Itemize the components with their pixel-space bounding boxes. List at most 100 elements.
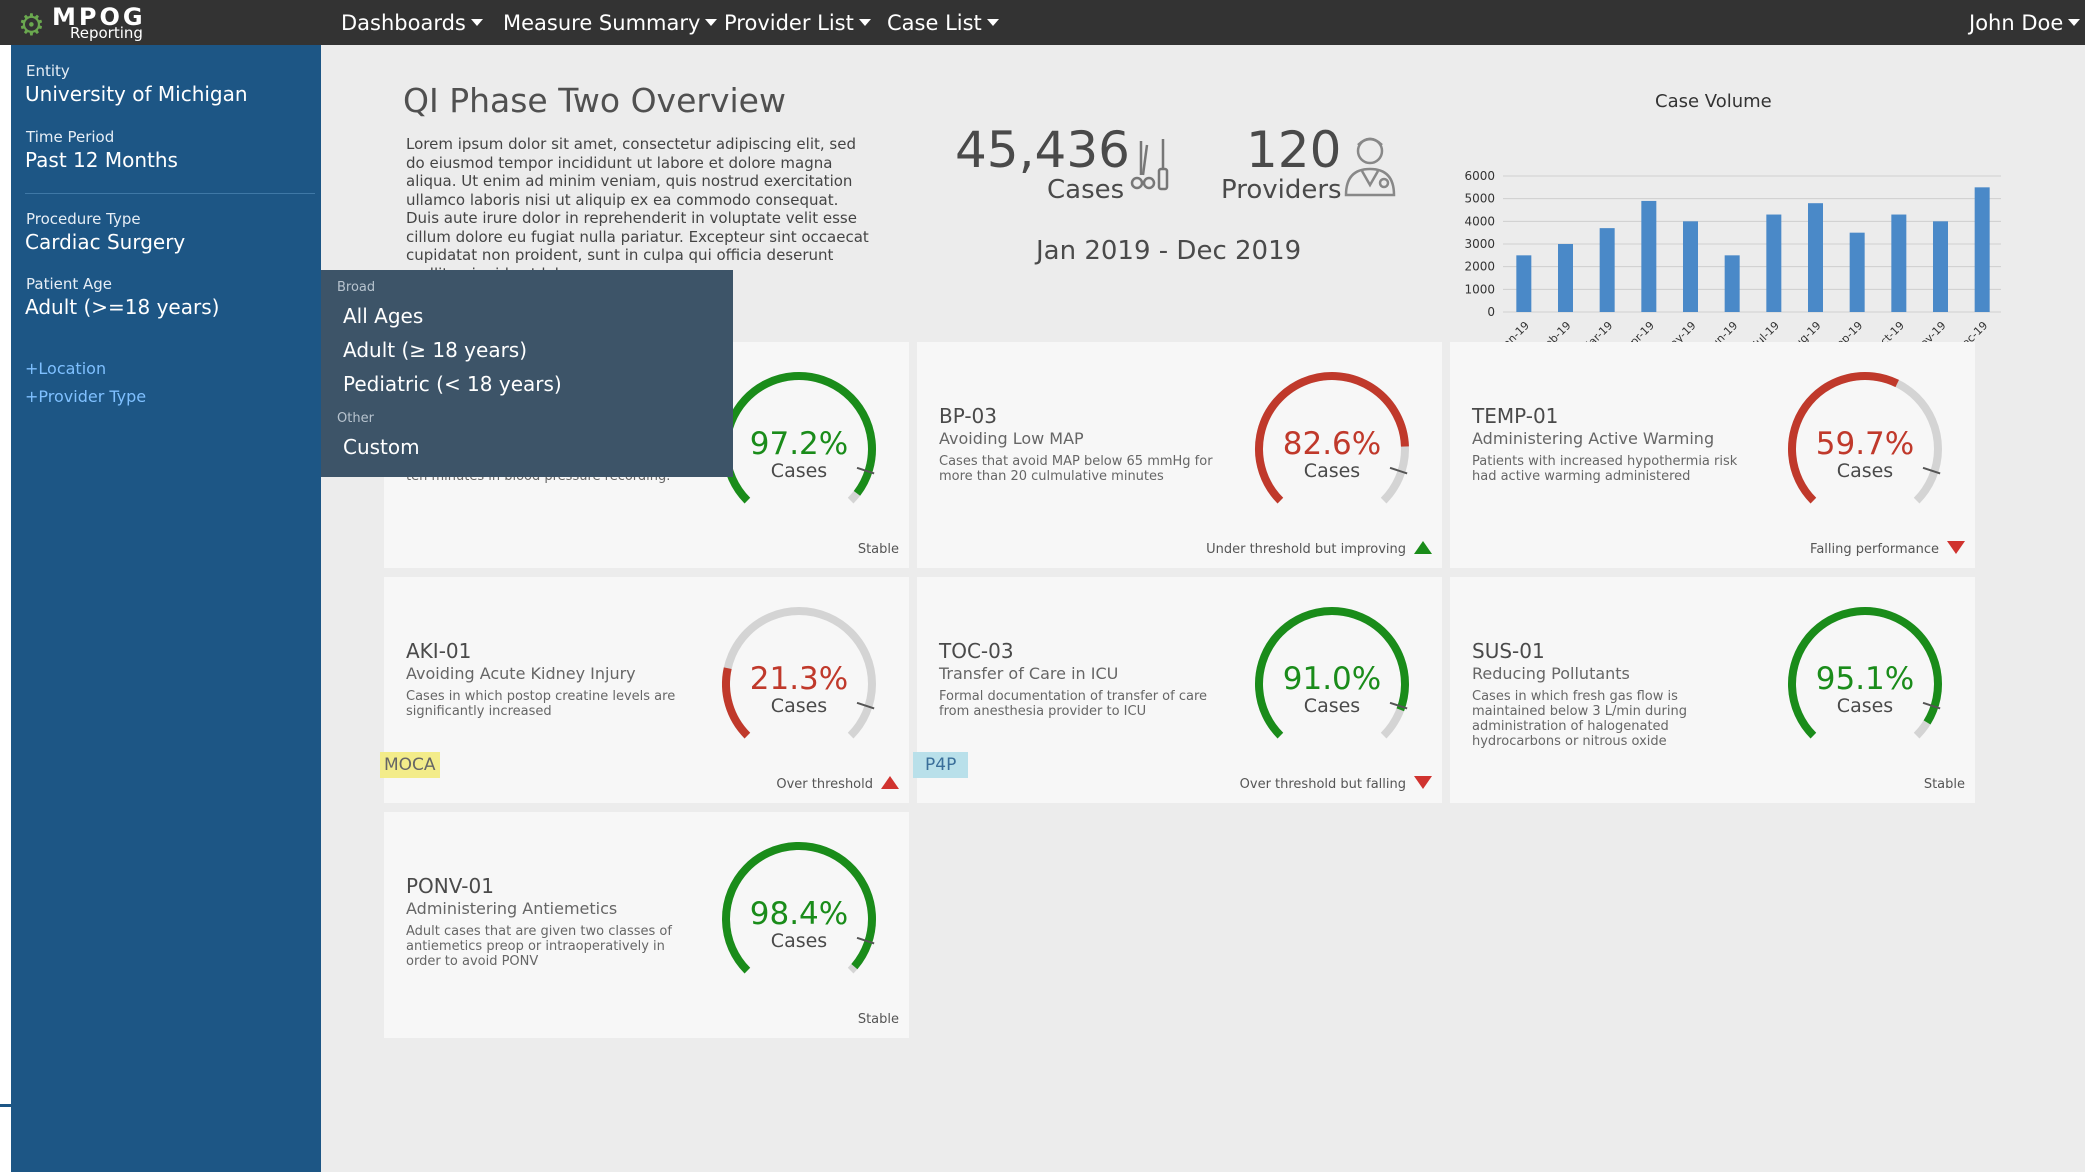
bar[interactable] [1516, 255, 1532, 312]
y-tick-label: 2000 [1464, 260, 1495, 274]
trend-up-icon [1414, 541, 1432, 554]
bar[interactable] [1891, 214, 1907, 312]
cases-count: 45,436 [955, 121, 1130, 179]
top-navbar: ⚙ MPOG Reporting Dashboards Measure Summ… [0, 0, 2085, 45]
sidebar-divider [25, 193, 315, 194]
edge-marker [0, 1104, 11, 1107]
trend-status-label: Falling performance [1810, 542, 1939, 557]
logo-subtitle: Reporting [70, 24, 143, 42]
nav-dashboards-label: Dashboards [341, 11, 466, 35]
procedure-type-label: Procedure Type [26, 210, 141, 228]
dropdown-item-pediatric[interactable]: Pediatric (< 18 years) [343, 372, 562, 396]
trend-status-label: Stable [857, 542, 899, 557]
dropdown-item-all-ages[interactable]: All Ages [343, 304, 423, 328]
trend-status: Over threshold but falling [1239, 776, 1432, 792]
surgical-tools-icon [1130, 139, 1169, 191]
nav-measure-summary-label: Measure Summary [503, 11, 701, 35]
measure-description: Cases in which postop creatine levels ar… [406, 689, 676, 719]
measure-code: AKI-01 [406, 639, 472, 663]
patient-age-label: Patient Age [26, 275, 113, 293]
bar[interactable] [1849, 232, 1865, 312]
trend-status: Stable [858, 542, 899, 557]
dropdown-item-adult[interactable]: Adult (≥ 18 years) [343, 338, 527, 362]
case-volume-chart: 0100020003000400050006000Jan-19 Feb-19 Mar… [1464, 169, 2001, 357]
nav-case-list[interactable]: Case List [887, 11, 999, 35]
p4p-tag[interactable]: P4P [913, 752, 969, 778]
nav-dashboards[interactable]: Dashboards [341, 11, 483, 35]
date-range: Jan 2019 - Dec 2019 [1036, 236, 1302, 266]
measure-card[interactable]: TOC-03 Transfer of Care in ICU Formal docu… [913, 577, 1442, 803]
chevron-down-icon [986, 18, 999, 26]
bar[interactable] [1724, 255, 1740, 312]
nav-provider-list[interactable]: Provider List [724, 11, 871, 35]
measure-name: Avoiding Acute Kidney Injury [406, 664, 636, 683]
gauge-cases-label: Cases [1303, 695, 1361, 717]
bar[interactable] [1599, 228, 1615, 312]
trend-up-icon [881, 776, 899, 789]
y-tick-label: 4000 [1464, 214, 1495, 228]
nav-provider-list-label: Provider List [724, 11, 854, 35]
measure-description: Adult cases that are given two classes o… [406, 924, 672, 969]
user-name: John Doe [1969, 11, 2064, 35]
entity-value[interactable]: University of Michigan [25, 82, 248, 106]
chevron-down-icon [2068, 18, 2081, 26]
y-tick-label: 6000 [1464, 169, 1495, 183]
chevron-down-icon [858, 18, 871, 26]
measure-card[interactable]: PONV-01 Administering Antiemetics Adult ca… [384, 812, 909, 1038]
trend-status: Over threshold [776, 776, 899, 792]
trend-status-label: Stable [1923, 777, 1965, 792]
entity-label: Entity [26, 62, 70, 80]
measure-code: TOC-03 [939, 639, 1014, 663]
trend-down-icon [1414, 776, 1432, 789]
doctor-icon [1344, 137, 1396, 197]
bar[interactable] [1808, 203, 1823, 312]
measure-name: Transfer of Care in ICU [939, 664, 1119, 683]
procedure-type-value[interactable]: Cardiac Surgery [25, 230, 185, 254]
dropdown-group-other: Other [337, 411, 374, 426]
gauge-percentage: 97.2% [749, 426, 849, 462]
bar[interactable] [1933, 221, 1948, 312]
moca-tag[interactable]: MOCA [380, 752, 440, 778]
dropdown-item-custom[interactable]: Custom [343, 435, 420, 459]
providers-label: Providers [1221, 175, 1342, 205]
gauge-cases-label: Cases [770, 460, 828, 482]
trend-status-label: Over threshold [776, 777, 873, 792]
time-period-value[interactable]: Past 12 Months [25, 148, 178, 172]
measure-description: Cases in which fresh gas flow is maintai… [1472, 689, 1687, 749]
bar[interactable] [1641, 200, 1657, 312]
gauge-percentage: 59.7% [1815, 426, 1915, 462]
trend-status-label: Under threshold but improving [1206, 542, 1406, 557]
nav-case-list-label: Case List [887, 11, 982, 35]
add-location-link[interactable]: +Location [25, 359, 106, 378]
measure-code: SUS-01 [1472, 639, 1545, 663]
y-tick-label: 5000 [1464, 192, 1495, 206]
bar[interactable] [1974, 187, 1990, 312]
gauge-cases-label: Cases [1836, 695, 1894, 717]
measure-card[interactable]: AKI-01 Avoiding Acute Kidney Injury Cases … [380, 577, 909, 803]
measure-name: Avoiding Low MAP [939, 429, 1084, 448]
measure-description: Cases that avoid MAP below 65 mmHg for m… [939, 454, 1213, 484]
chevron-down-icon [705, 18, 718, 26]
user-menu[interactable]: John Doe [1969, 11, 2081, 35]
patient-age-value[interactable]: Adult (>=18 years) [25, 295, 219, 319]
y-tick-label: 1000 [1464, 282, 1495, 296]
intro-paragraph: Lorem ipsum dolor sit amet, consectetur … [406, 135, 869, 283]
measure-card[interactable]: TEMP-01 Administering Active Warming Patie… [1450, 342, 1975, 568]
bar[interactable] [1766, 214, 1782, 312]
bar[interactable] [1683, 221, 1698, 312]
gauge-percentage: 82.6% [1282, 426, 1382, 462]
gauge-cases-label: Cases [1836, 460, 1894, 482]
measure-card[interactable]: SUS-01 Reducing Pollutants Cases in which … [1450, 577, 1975, 803]
measure-card[interactable]: BP-03 Avoiding Low MAP Cases that avoid MA… [917, 342, 1442, 568]
add-provider-type-link[interactable]: +Provider Type [25, 387, 146, 406]
trend-status-label: Over threshold but falling [1239, 777, 1406, 792]
bar[interactable] [1558, 244, 1573, 312]
trend-status: Under threshold but improving [1206, 541, 1432, 557]
nav-measure-summary[interactable]: Measure Summary [503, 11, 718, 35]
gauge-cases-label: Cases [770, 930, 828, 952]
mpog-logo[interactable]: ⚙ MPOG Reporting [18, 5, 168, 41]
trend-status: Stable [858, 1012, 899, 1027]
page-title: QI Phase Two Overview [403, 81, 786, 120]
gauge-cases-label: Cases [770, 695, 828, 717]
gauge-percentage: 95.1% [1815, 661, 1915, 697]
